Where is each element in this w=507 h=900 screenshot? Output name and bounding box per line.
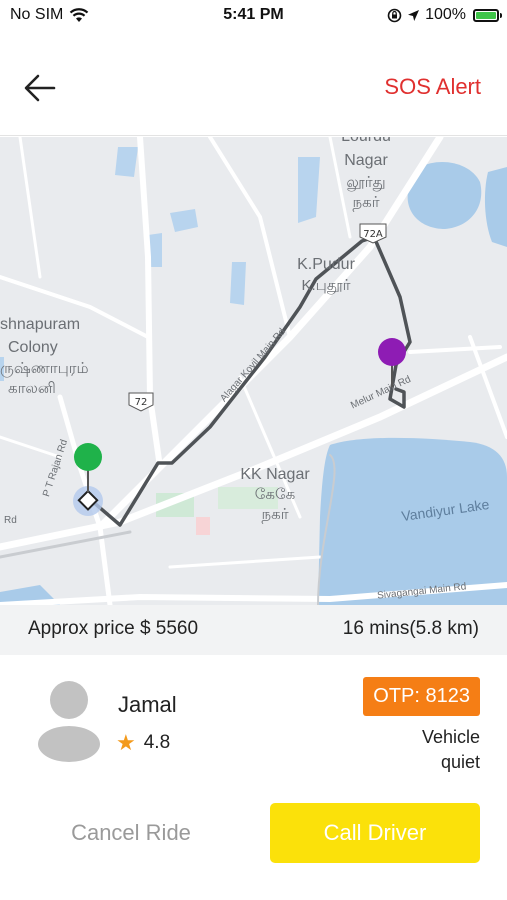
status-bar: No SIM 5:41 PM 100% — [0, 0, 507, 32]
map-label-colony-tamil: காலனி — [8, 380, 56, 397]
road-minor-2 — [18, 137, 42, 279]
trip-eta: 16 mins(5.8 km) — [342, 618, 479, 639]
route-72a-text: 72A — [363, 229, 383, 240]
map-label-nagar-tamil: லூர்து — [346, 174, 385, 192]
map-label-alagar: Alagar Kovil Main Rd — [218, 327, 288, 405]
map-label-colony: Colony — [8, 339, 58, 356]
pond-3 — [170, 209, 198, 232]
road-east — [408, 345, 502, 354]
avatar-body — [38, 726, 100, 762]
map-canvas: 72A 72 Lourdu Nagar லூர்து நகர் K.Pudur … — [0, 137, 507, 605]
driver-panel: Jamal ★ 4.8 OTP: 8123 Vehicle quiet Canc… — [0, 655, 507, 900]
back-button[interactable] — [22, 70, 62, 106]
route-72-text: 72 — [135, 397, 148, 408]
map-label-krishnapuram: shnapuram — [0, 316, 80, 333]
vehicle-line-1: Vehicle — [421, 727, 480, 747]
map-label-kpudur-tamil: K.புதூர் — [302, 277, 351, 295]
otp-badge: OTP: 8123 — [363, 677, 480, 716]
route-map[interactable]: 72A 72 Lourdu Nagar லூர்து நகர் K.Pudur … — [0, 137, 507, 605]
road-minor-4 — [168, 555, 322, 569]
location-arrow-icon — [408, 9, 420, 21]
water-east-2 — [484, 167, 507, 247]
battery-fill — [476, 11, 496, 19]
map-label-nagar-tamil2: நகர் — [352, 194, 379, 211]
approx-price: Approx price $ 5560 — [28, 618, 199, 639]
arrow-left-icon — [24, 74, 56, 102]
map-label-kknagar-tamil2: நகர் — [261, 506, 288, 523]
star-icon: ★ — [116, 730, 136, 755]
battery-percent: 100% — [425, 6, 466, 23]
vehicle-info: Vehicle quiet — [422, 725, 480, 775]
orientation-lock-icon — [387, 8, 402, 22]
pond-2 — [298, 157, 320, 223]
avatar-head — [50, 681, 88, 719]
map-label-rd: Rd — [4, 515, 17, 526]
road-north — [208, 137, 292, 339]
cancel-ride-button[interactable]: Cancel Ride — [36, 803, 226, 863]
map-label-kknagar-tamil: கேகே — [255, 486, 296, 503]
sos-alert-button[interactable]: SOS Alert — [384, 74, 481, 100]
road-east-2 — [468, 335, 507, 439]
driver-avatar — [38, 681, 102, 765]
rating-value: 4.8 — [143, 732, 171, 753]
driver-name: Jamal — [118, 692, 177, 717]
map-label-lourdu: Lourdu — [341, 137, 391, 145]
driver-rating: ★ 4.8 — [116, 732, 170, 754]
pond-1 — [115, 147, 138, 177]
road-minor-1 — [0, 435, 62, 459]
status-right: 100% — [387, 6, 502, 24]
battery-charging-icon — [473, 8, 502, 22]
hospital-area — [196, 517, 210, 535]
map-label-kpudur: K.Pudur — [297, 256, 355, 273]
pond-5 — [230, 262, 246, 305]
vehicle-line-2: quiet — [440, 752, 480, 772]
road-72 — [137, 137, 163, 470]
top-header: SOS Alert — [0, 32, 507, 136]
map-label-ptrajan: P T Rajan Rd — [41, 438, 70, 498]
map-label-nagar: Nagar — [344, 152, 388, 169]
map-label-kknagar: KK Nagar — [240, 466, 310, 483]
trip-info-bar: Approx price $ 5560 16 mins(5.8 km) — [0, 605, 507, 655]
call-driver-button[interactable]: Call Driver — [270, 803, 480, 863]
map-label-krishnapuram-tamil: ருஷ்ணாபுரம் — [0, 360, 89, 377]
